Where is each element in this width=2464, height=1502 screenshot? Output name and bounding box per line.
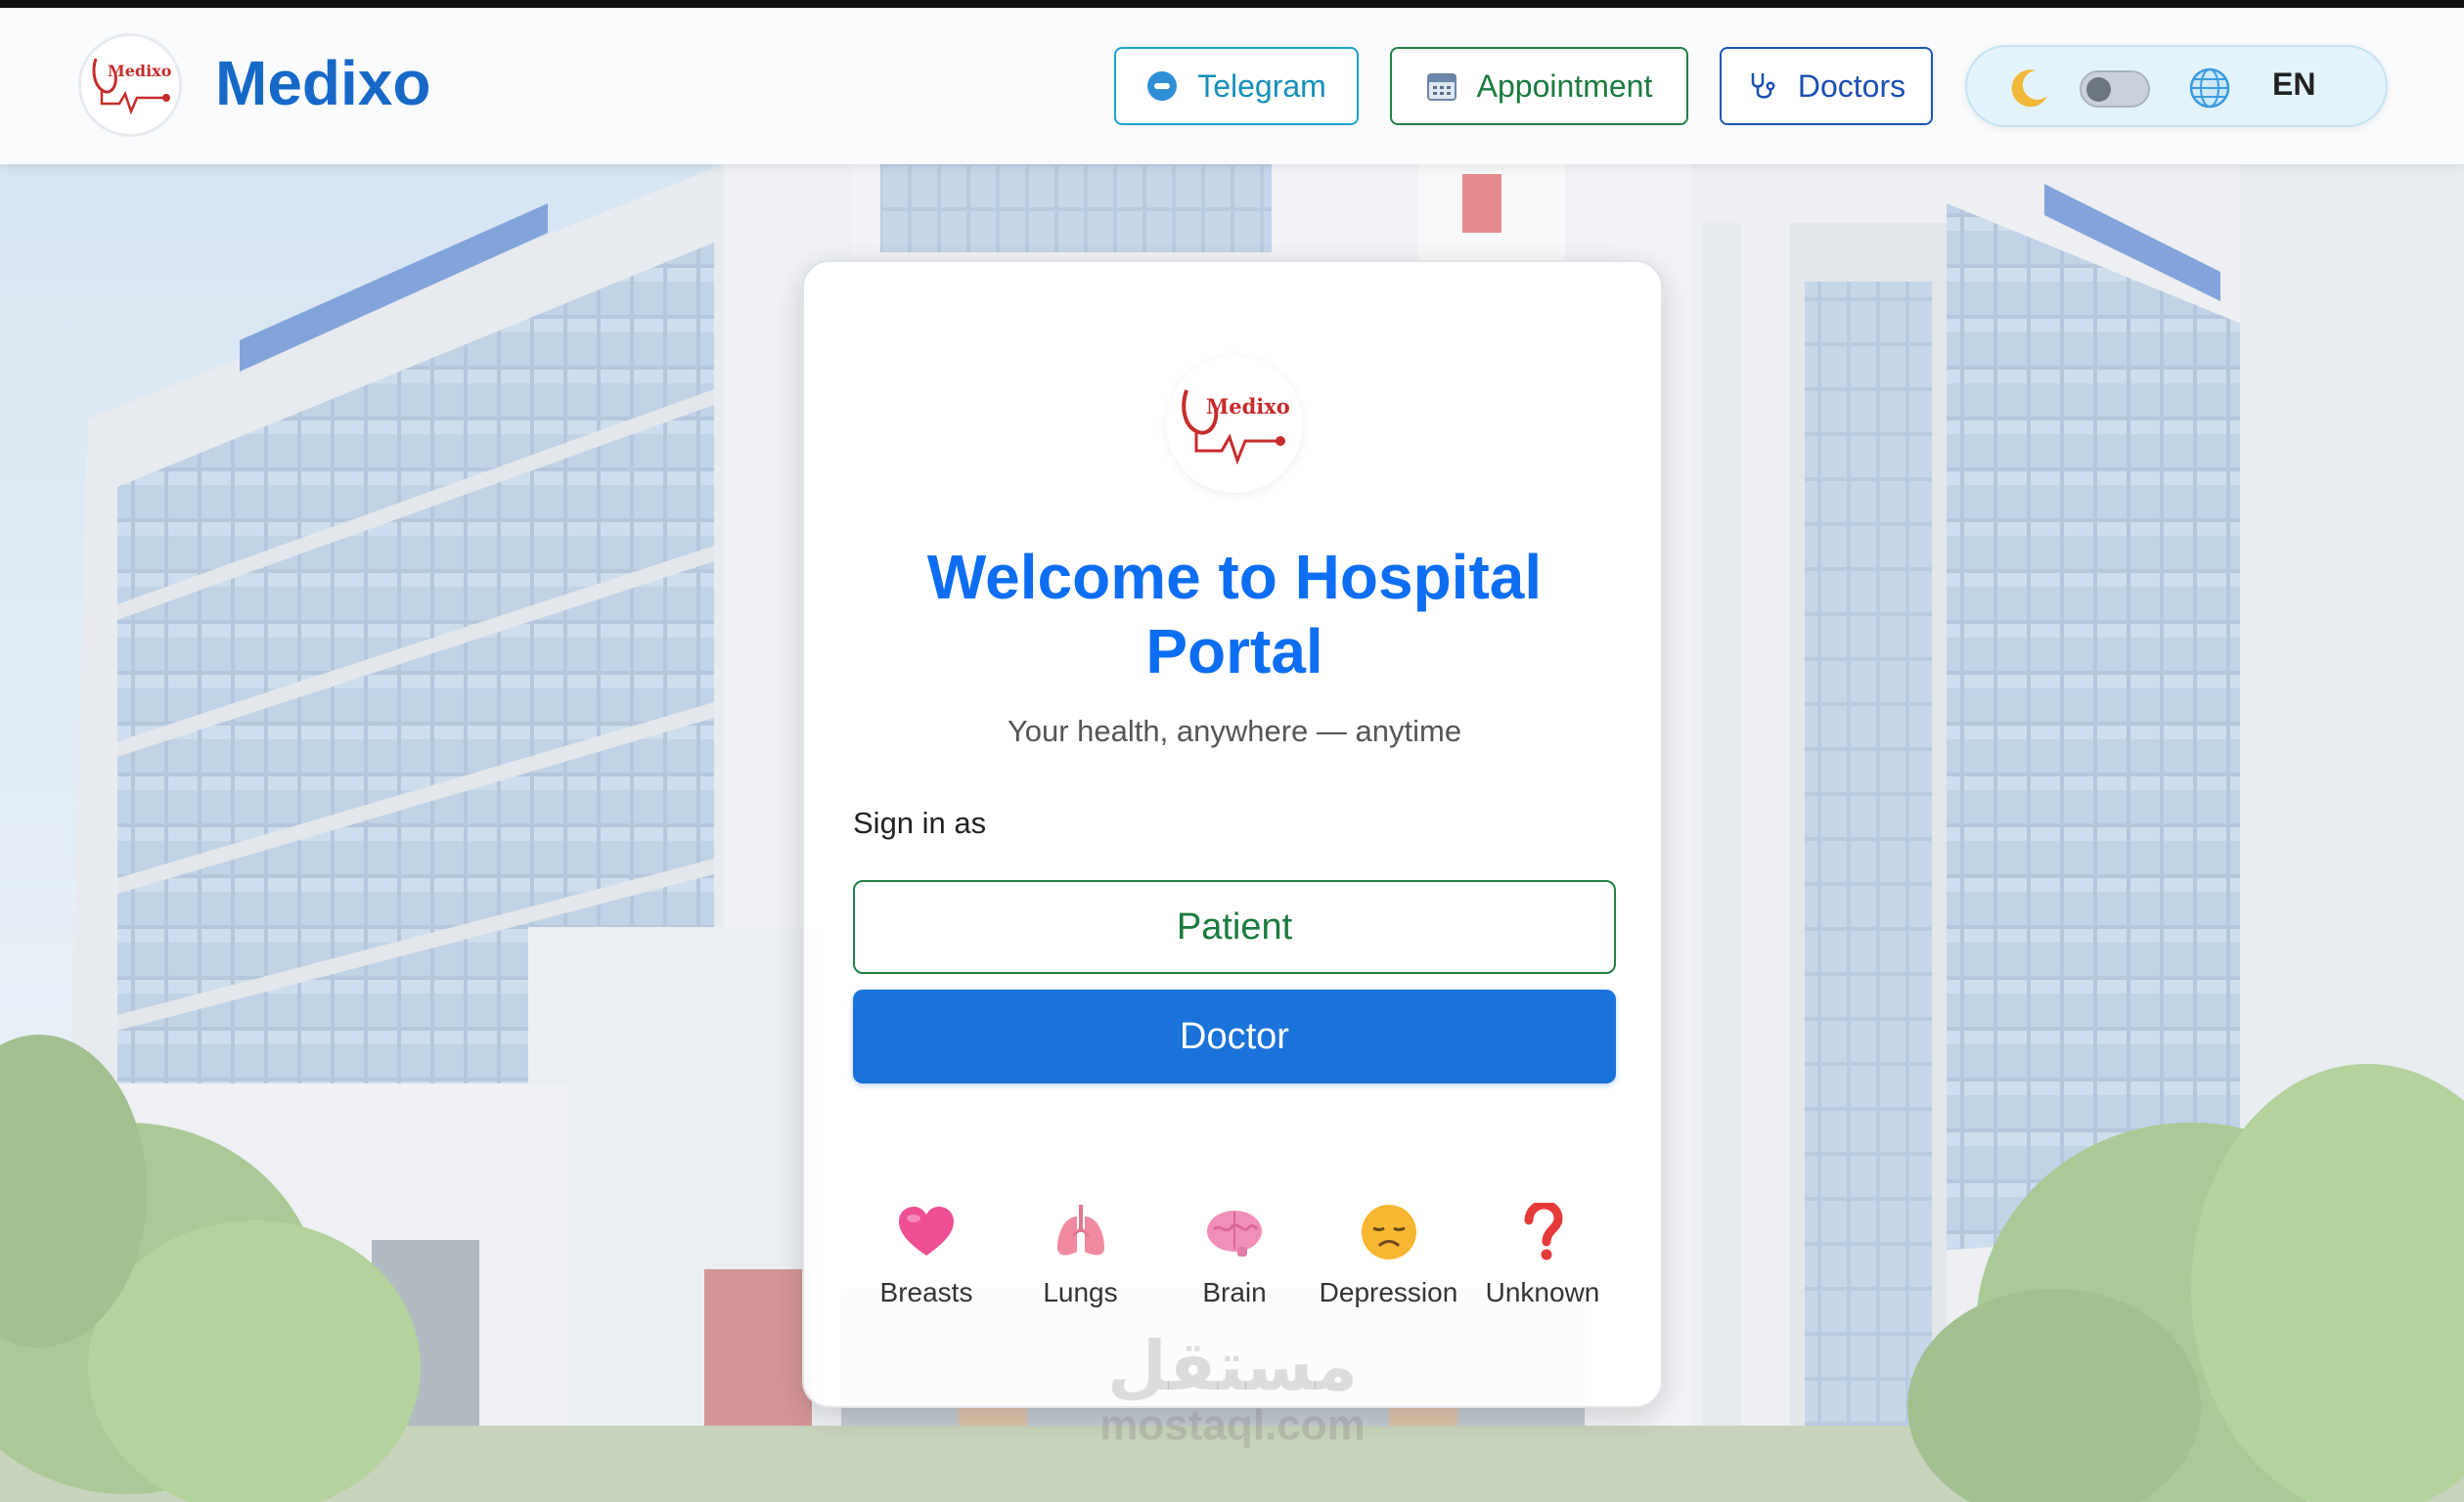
top-navbar: Medixo Medixo Telegram Appointment Docto… [0, 8, 2464, 164]
calendar-icon [1426, 73, 1456, 101]
brand-name[interactable]: Medixo [215, 47, 430, 119]
appointment-button[interactable]: Appointment [1390, 47, 1688, 125]
category-unknown[interactable]: Unknown [1469, 1201, 1616, 1338]
settings-pill: EN [1965, 45, 2388, 127]
sign-in-label: Sign in as [853, 806, 987, 840]
card-logo: Medixo [1166, 356, 1303, 493]
toggle-knob [2086, 77, 2111, 102]
language-selector[interactable]: EN [2272, 66, 2315, 103]
page-title: Welcome to Hospital Portal [926, 542, 1543, 686]
telegram-icon [1147, 71, 1178, 101]
patient-sign-in-button[interactable]: Patient [853, 880, 1616, 974]
doctors-label: Doctors [1797, 67, 1906, 104]
category-label: Depression [1319, 1277, 1458, 1307]
brain-icon [1203, 1201, 1266, 1263]
category-label: Breasts [879, 1277, 973, 1307]
category-depression[interactable]: Depression [1316, 1201, 1462, 1338]
moon-icon[interactable] [2006, 66, 2051, 111]
stethoscope-icon [1751, 73, 1775, 99]
appointment-label: Appointment [1476, 67, 1653, 104]
telegram-button[interactable]: Telegram [1114, 47, 1359, 125]
question-mark-icon [1511, 1201, 1574, 1263]
category-breasts[interactable]: Breasts [853, 1201, 1000, 1338]
svg-text:Medixo: Medixo [1206, 394, 1290, 419]
telegram-label: Telegram [1197, 67, 1326, 104]
category-list: Breasts Lungs Brain Depression Unknown [853, 1201, 1616, 1338]
category-lungs[interactable]: Lungs [1008, 1201, 1154, 1338]
doctors-button[interactable]: Doctors [1720, 47, 1933, 125]
login-card: Medixo Welcome to Hospital Portal Your h… [802, 260, 1663, 1408]
category-label: Brain [1202, 1277, 1267, 1307]
heart-icon [895, 1201, 958, 1263]
sad-face-icon [1358, 1201, 1420, 1263]
doctor-sign-in-button[interactable]: Doctor [853, 990, 1616, 1083]
dark-mode-toggle[interactable] [2080, 70, 2150, 108]
page-subtitle: Your health, anywhere — anytime [1007, 714, 1462, 748]
globe-icon[interactable] [2188, 66, 2231, 110]
window-top-edge [0, 0, 2464, 8]
category-label: Unknown [1485, 1277, 1600, 1307]
lungs-icon [1050, 1201, 1112, 1263]
medixo-logo[interactable]: Medixo [78, 33, 182, 137]
svg-text:Medixo: Medixo [108, 62, 172, 80]
category-label: Lungs [1043, 1277, 1118, 1307]
category-brain[interactable]: Brain [1161, 1201, 1308, 1338]
